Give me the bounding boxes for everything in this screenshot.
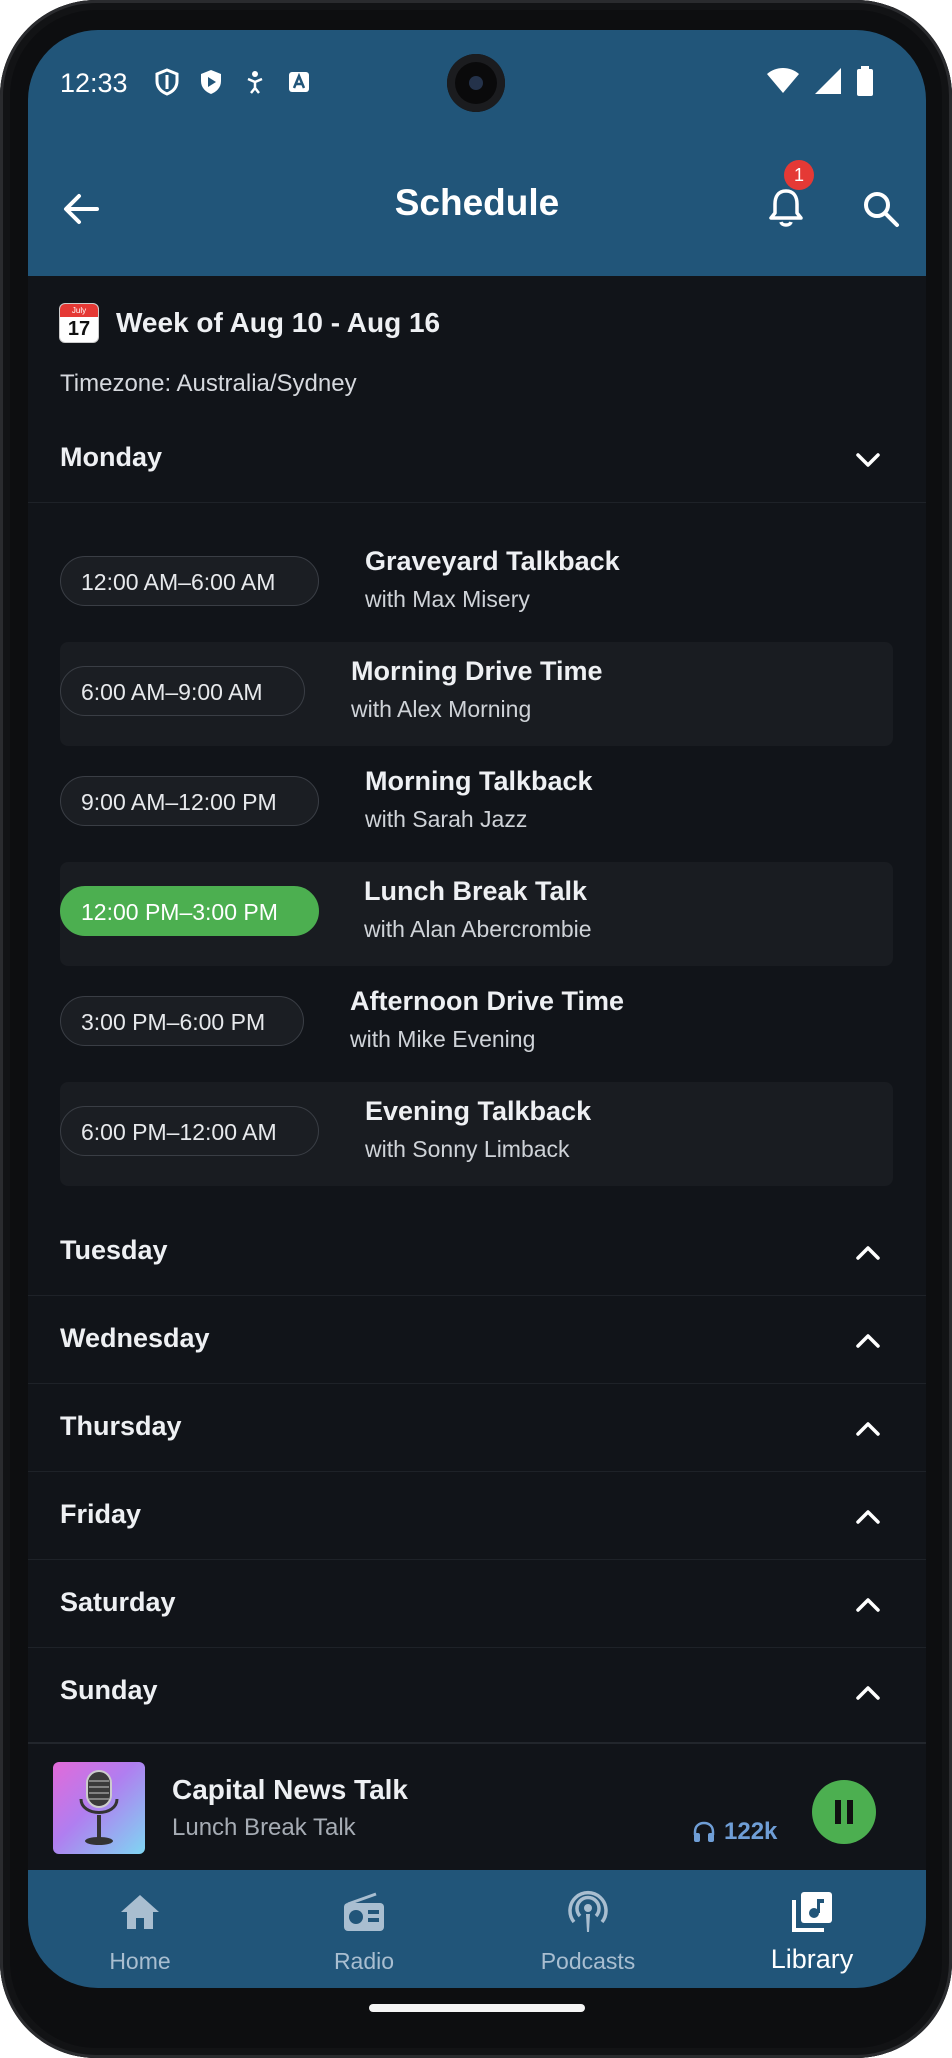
show-row[interactable]: 6:00 PM–12:00 AM Evening Talkback with S… [60,1082,893,1186]
time-pill: 6:00 PM–12:00 AM [60,1106,319,1156]
chevron-up-icon [850,1411,886,1447]
nav-label: Home [109,1948,171,1974]
show-title: Evening Talkback [365,1096,592,1126]
nav-label: Podcasts [540,1948,636,1974]
show-host: with Sonny Limback [365,1136,570,1162]
chevron-up-icon [850,1499,886,1535]
day-label: Wednesday [60,1323,210,1353]
show-row[interactable]: 6:00 AM–9:00 AM Morning Drive Time with … [60,642,893,746]
a-box-icon [285,68,313,96]
day-header-wednesday[interactable]: Wednesday [28,1297,926,1384]
search-button[interactable] [854,182,908,236]
week-header: July 17 Week of Aug 10 - Aug 16 [60,304,440,342]
app-bar: Schedule [28,140,926,276]
day-header-monday[interactable]: Monday [28,416,926,503]
cellular-signal-icon [814,67,842,100]
timezone-label: Timezone: Australia/Sydney [60,370,357,397]
time-pill: 12:00 AM–6:00 AM [60,556,319,606]
week-label: Week of Aug 10 - Aug 16 [116,307,441,338]
chevron-up-icon [850,1235,886,1271]
listener-count: 122k [692,1818,777,1846]
show-title: Morning Talkback [365,766,593,796]
day-label: Sunday [60,1675,158,1705]
shield-outline-icon [153,68,181,96]
show-host: with Mike Evening [350,1026,536,1052]
status-bar: 12:33 [28,30,926,140]
home-icon [28,1890,252,1934]
show-title: Afternoon Drive Time [350,986,625,1016]
time-pill: 6:00 AM–9:00 AM [60,666,305,716]
notification-badge: 1 [784,160,814,190]
library-music-icon [700,1890,924,1934]
pause-button[interactable] [812,1780,876,1844]
phone-frame: 12:33 Schedule 1 July 17 Week of Aug 10 … [0,0,952,2058]
wifi-icon [766,67,800,100]
nav-label: Radio [333,1948,395,1974]
schedule-content: July 17 Week of Aug 10 - Aug 16 Timezone… [28,276,926,1772]
headphones-icon [693,1821,715,1842]
now-playing-show: Lunch Break Talk [172,1814,356,1841]
home-indicator[interactable] [369,2004,585,2012]
day-header-sunday[interactable]: Sunday [28,1649,926,1735]
show-host: with Alan Abercrombie [364,916,592,942]
chevron-down-icon [850,442,886,478]
show-host: with Alex Morning [351,696,532,722]
station-name: Capital News Talk [172,1774,409,1805]
bottom-navigation: Home Radio Podcasts Library [28,1870,926,1988]
pause-icon [835,1800,853,1824]
day-header-thursday[interactable]: Thursday [28,1385,926,1472]
chevron-up-icon [850,1323,886,1359]
screen: 12:33 Schedule 1 July 17 Week of Aug 10 … [28,30,926,1988]
nav-label: Library [770,1944,854,1974]
search-icon [864,192,899,227]
day-label: Tuesday [60,1235,168,1265]
day-label: Thursday [60,1411,182,1441]
day-label: Friday [60,1499,142,1529]
calendar-icon-month: July [60,304,98,317]
front-camera [447,54,505,112]
show-title: Lunch Break Talk [364,876,588,906]
shield-play-icon [197,68,225,96]
nav-podcasts[interactable]: Podcasts [476,1870,700,1988]
chevron-up-icon [850,1675,886,1711]
status-icons-right [766,66,874,101]
day-header-saturday[interactable]: Saturday [28,1561,926,1648]
nav-home[interactable]: Home [28,1870,252,1988]
time-pill: 3:00 PM–6:00 PM [60,996,304,1046]
podcast-icon [476,1890,700,1934]
microphone-icon [79,1770,119,1845]
show-host: with Max Misery [365,586,530,612]
battery-icon [856,66,874,101]
day-label: Saturday [60,1587,176,1617]
status-time: 12:33 [60,68,128,98]
show-title: Graveyard Talkback [365,546,620,576]
day-header-tuesday[interactable]: Tuesday [28,1209,926,1296]
show-row[interactable]: 12:00 AM–6:00 AM Graveyard Talkback with… [60,532,893,636]
show-row-live[interactable]: 12:00 PM–3:00 PM Lunch Break Talk with A… [60,862,893,966]
show-row[interactable]: 3:00 PM–6:00 PM Afternoon Drive Time wit… [60,972,893,1076]
status-icons-left [153,68,313,96]
day-header-friday[interactable]: Friday [28,1473,926,1560]
calendar-icon-day: 17 [67,318,91,340]
station-artwork[interactable] [53,1762,145,1854]
radio-icon [252,1890,476,1934]
accessibility-icon [241,68,269,96]
live-time-pill: 12:00 PM–3:00 PM [60,886,319,936]
time-pill: 9:00 AM–12:00 PM [60,776,319,826]
nav-library[interactable]: Library [700,1870,924,1988]
nav-radio[interactable]: Radio [252,1870,476,1988]
mini-player[interactable]: Capital News Talk Lunch Break Talk 122k [28,1742,926,1870]
chevron-up-icon [850,1587,886,1623]
bell-icon [769,189,803,227]
show-row[interactable]: 9:00 AM–12:00 PM Morning Talkback with S… [60,752,893,856]
calendar-icon: July 17 [60,304,98,342]
show-host: with Sarah Jazz [365,806,528,832]
show-title: Morning Drive Time [351,656,603,686]
listener-count-value: 122k [724,1818,778,1845]
day-label: Monday [60,442,163,472]
